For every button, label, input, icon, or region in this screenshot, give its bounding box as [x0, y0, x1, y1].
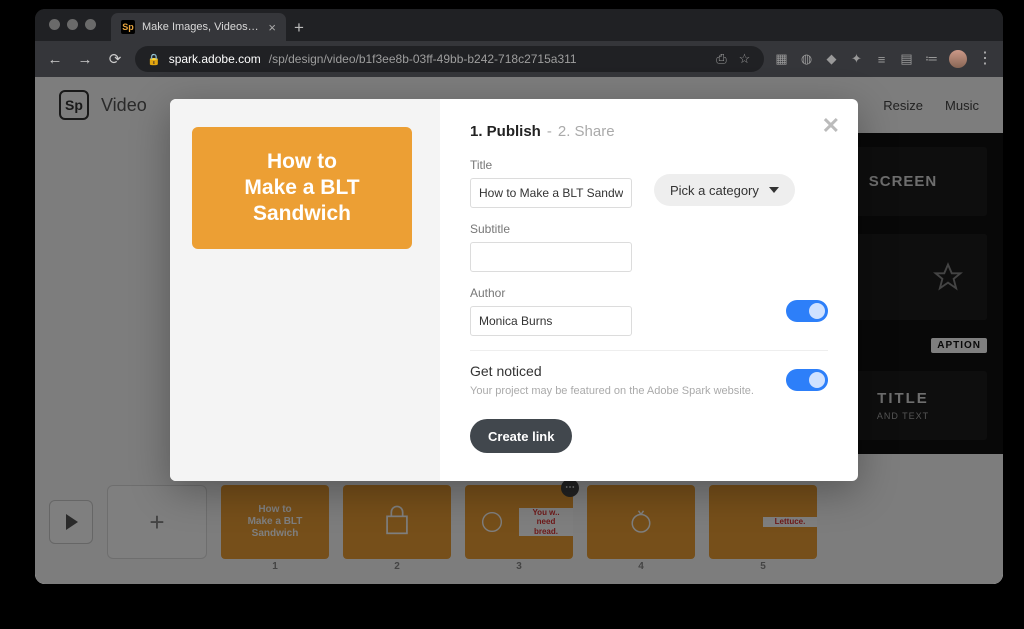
video-preview-card: How to Make a BLT Sandwich: [192, 127, 412, 249]
extension-icon[interactable]: ▦: [774, 52, 789, 67]
chevron-down-icon: [769, 187, 779, 193]
subtitle-label: Subtitle: [470, 222, 632, 236]
profile-avatar-icon[interactable]: [949, 50, 967, 68]
step-publish: 1. Publish: [470, 123, 541, 140]
back-icon[interactable]: ←: [45, 51, 65, 68]
subtitle-field-group: Subtitle: [470, 222, 632, 272]
mac-close-dot[interactable]: [49, 19, 60, 30]
extensions-row: ▦ ◍ ◆ ✦ ≡ ▤ ≔ ⋮: [774, 50, 993, 68]
mac-max-dot[interactable]: [85, 19, 96, 30]
extension-icon[interactable]: ≔: [924, 52, 939, 67]
tab-close-icon[interactable]: ×: [268, 20, 276, 35]
author-label: Author: [470, 286, 632, 300]
modal-form-pane: ✕ 1. Publish - 2. Share Title Pick a cat…: [440, 99, 858, 481]
forward-icon[interactable]: →: [75, 51, 95, 68]
divider: [470, 350, 828, 351]
close-icon[interactable]: ✕: [822, 113, 840, 139]
reload-icon[interactable]: ⟳: [105, 50, 125, 68]
browser-window: Sp Make Images, Videos and Web S × + ← →…: [35, 9, 1003, 584]
category-label: Pick a category: [670, 183, 759, 198]
tab-favicon-icon: Sp: [121, 20, 135, 34]
step-separator: -: [547, 123, 552, 140]
new-tab-button[interactable]: +: [286, 15, 312, 41]
tab-bar: Sp Make Images, Videos and Web S × +: [35, 9, 1003, 41]
address-bar-row: ← → ⟳ 🔒 spark.adobe.com/sp/design/video/…: [35, 41, 1003, 77]
title-label: Title: [470, 158, 632, 172]
cast-icon[interactable]: ⎙: [714, 52, 729, 67]
browser-tab[interactable]: Sp Make Images, Videos and Web S ×: [111, 13, 286, 41]
app-area: Sp Video Resize Music SCREEN APTION TITL…: [35, 77, 1003, 584]
step-share[interactable]: 2. Share: [558, 123, 615, 140]
author-field-group: Author: [470, 286, 632, 336]
get-noticed-heading: Get noticed: [470, 363, 754, 379]
category-dropdown[interactable]: Pick a category: [654, 174, 795, 206]
title-field-group: Title: [470, 158, 632, 208]
extension-icon[interactable]: ▤: [899, 52, 914, 67]
modal-preview-pane: How to Make a BLT Sandwich: [170, 99, 440, 481]
extension-icon[interactable]: ◆: [824, 52, 839, 67]
lock-icon: 🔒: [147, 53, 161, 66]
mac-traffic-lights: [49, 19, 96, 30]
url-path: /sp/design/video/b1f3ee8b-03ff-49bb-b242…: [269, 52, 577, 66]
publish-steps: 1. Publish - 2. Share: [470, 123, 828, 140]
bookmark-star-icon[interactable]: ☆: [737, 52, 752, 67]
extension-icon[interactable]: ≡: [874, 52, 889, 67]
create-link-button[interactable]: Create link: [470, 419, 572, 453]
author-credit-toggle[interactable]: [786, 300, 828, 322]
tab-title: Make Images, Videos and Web S: [142, 21, 261, 33]
address-bar[interactable]: 🔒 spark.adobe.com/sp/design/video/b1f3ee…: [135, 46, 764, 72]
title-input[interactable]: [470, 178, 632, 208]
url-domain: spark.adobe.com: [169, 52, 261, 66]
get-noticed-toggle[interactable]: [786, 369, 828, 391]
extension-icon[interactable]: ◍: [799, 52, 814, 67]
get-noticed-hint: Your project may be featured on the Adob…: [470, 385, 754, 397]
author-input[interactable]: [470, 306, 632, 336]
get-noticed-group: Get noticed Your project may be featured…: [470, 363, 754, 397]
mac-min-dot[interactable]: [67, 19, 78, 30]
preview-title: How to Make a BLT Sandwich: [244, 149, 359, 228]
subtitle-input[interactable]: [470, 242, 632, 272]
publish-modal: How to Make a BLT Sandwich ✕ 1. Publish …: [170, 99, 858, 481]
browser-menu-icon[interactable]: ⋮: [977, 51, 993, 67]
extension-icon[interactable]: ✦: [849, 52, 864, 67]
